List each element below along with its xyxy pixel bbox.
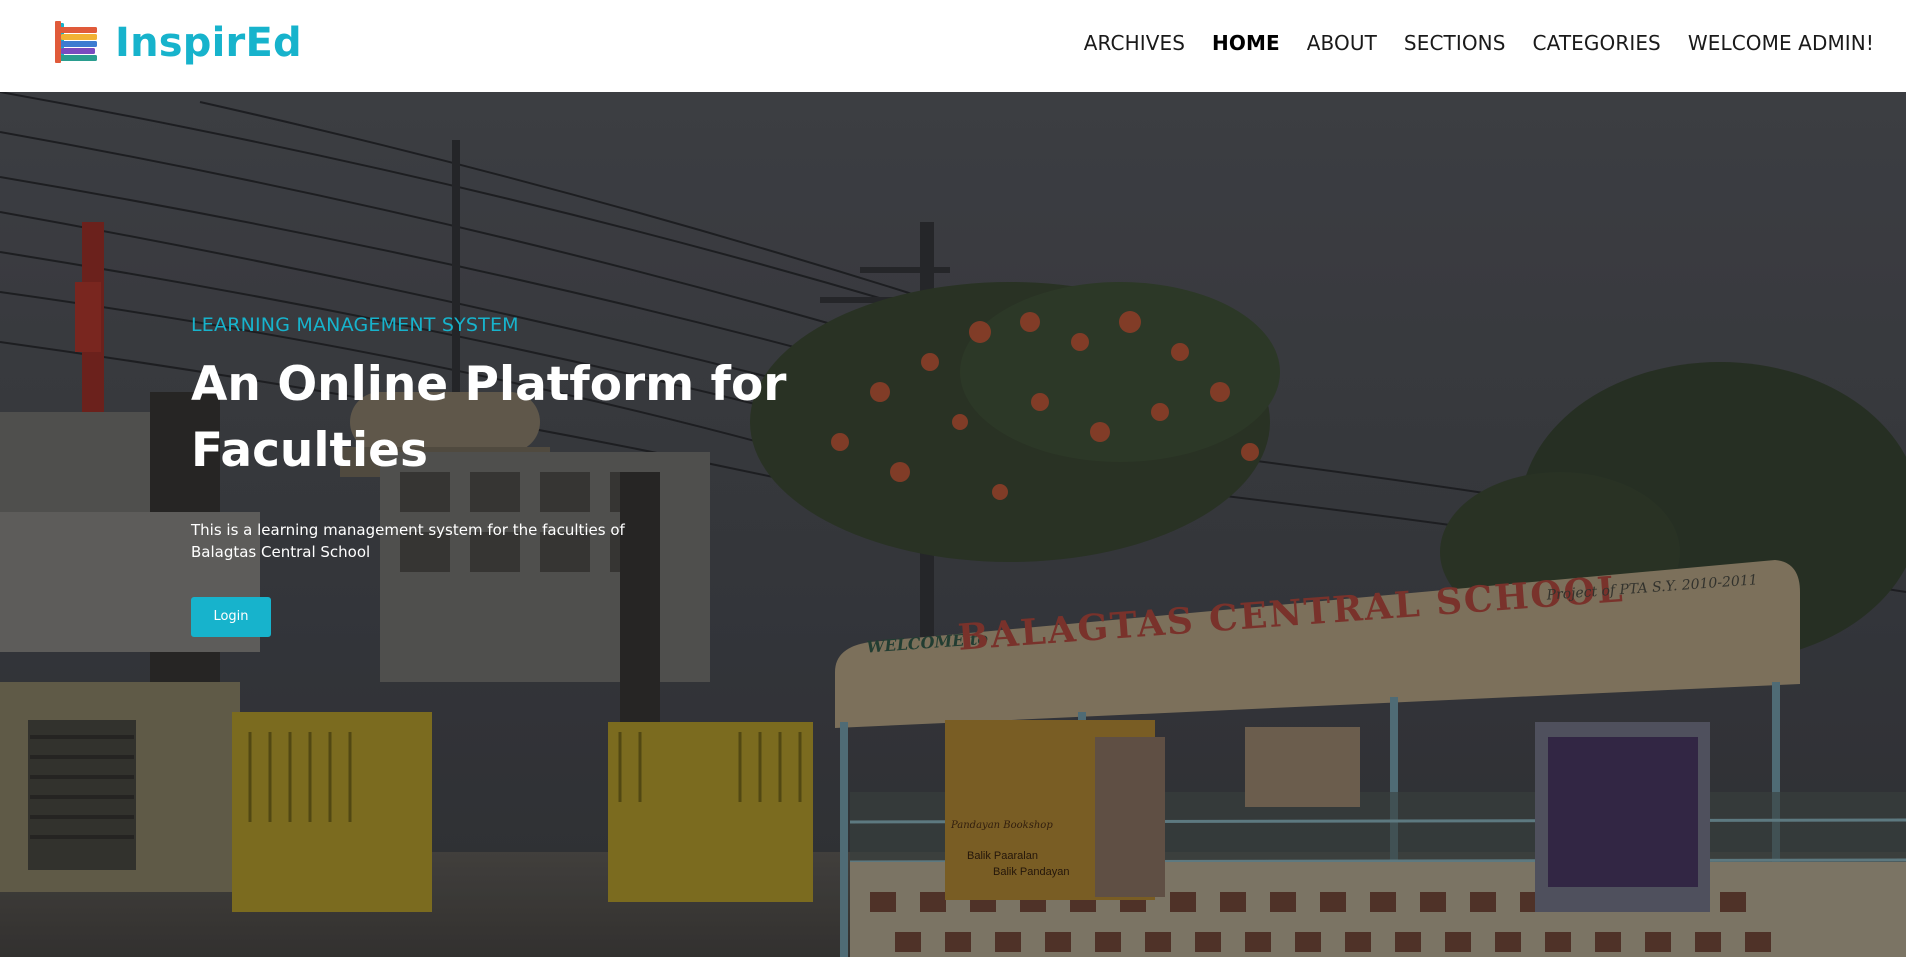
main-nav: ARCHIVES HOME ABOUT SECTIONS CATEGORIES … — [1057, 31, 1874, 55]
top-navbar: InspirEd ARCHIVES HOME ABOUT SECTIONS CA… — [0, 0, 1906, 92]
books-stack-icon — [55, 21, 97, 63]
hero-section: WELCOME to BALAGTAS CENTRAL SCHOOL Proje… — [0, 92, 1906, 957]
brand-logo-link[interactable]: InspirEd — [54, 20, 302, 66]
nav-categories[interactable]: CATEGORIES — [1533, 31, 1661, 55]
nav-welcome-admin[interactable]: WELCOME ADMIN! — [1688, 31, 1874, 55]
brand-name: InspirEd — [115, 20, 302, 66]
hero-description: This is a learning management system for… — [191, 521, 625, 561]
nav-home[interactable]: HOME — [1212, 31, 1280, 55]
nav-archives[interactable]: ARCHIVES — [1084, 31, 1185, 55]
hero-eyebrow: LEARNING MANAGEMENT SYSTEM — [191, 314, 519, 336]
hero-content: LEARNING MANAGEMENT SYSTEM An Online Pla… — [191, 314, 811, 637]
login-button[interactable]: Login — [191, 597, 271, 637]
nav-sections[interactable]: SECTIONS — [1404, 31, 1506, 55]
nav-about[interactable]: ABOUT — [1307, 31, 1377, 55]
hero-headline: An Online Platform for Faculties — [191, 357, 787, 478]
